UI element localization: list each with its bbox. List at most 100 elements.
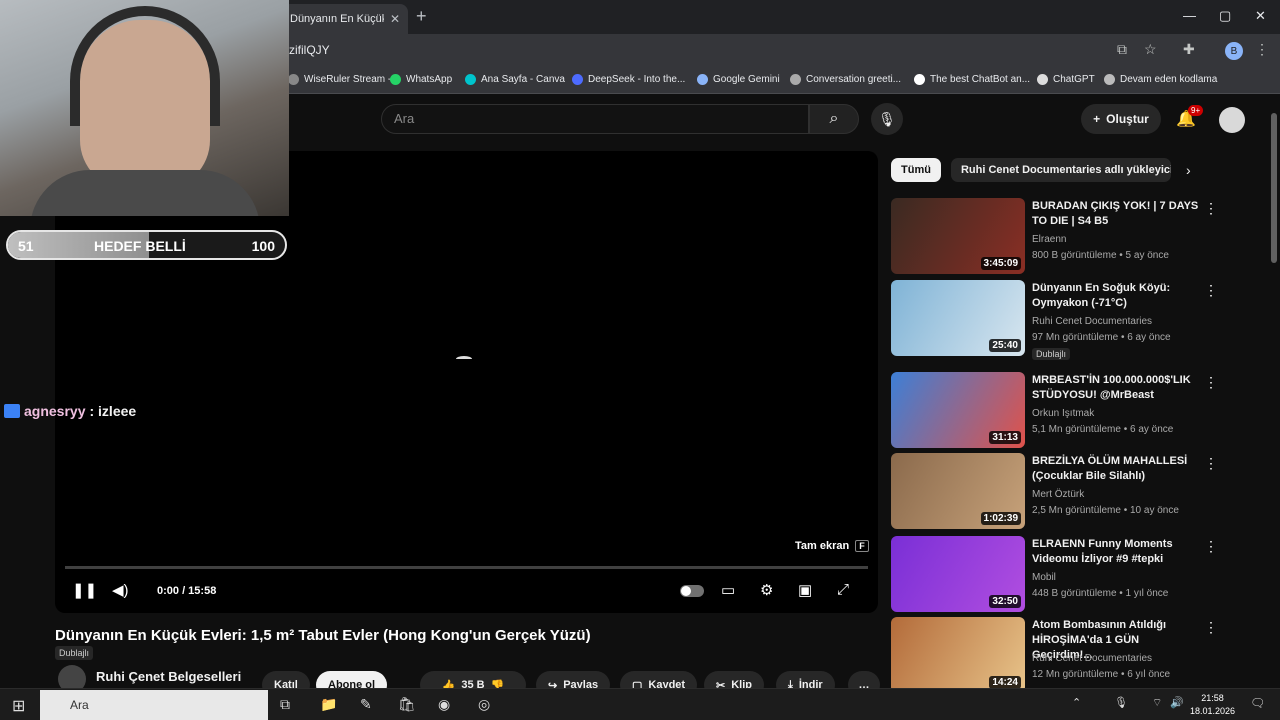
bookmark-item[interactable]: Devam eden kodlama — [1104, 74, 1217, 85]
chat-message: agnesryy : izleee — [4, 403, 136, 419]
settings-gear-icon[interactable]: ⚙ — [760, 581, 773, 599]
recommended-video[interactable]: 25:40 Dünyanın En Soğuk Köyü: Oymyakon (-… — [891, 280, 1221, 360]
recommended-channel[interactable]: Elraenn — [1032, 234, 1066, 245]
create-button[interactable]: + Oluştur — [1081, 104, 1161, 134]
video-player[interactable]: Tam ekran F ❚❚ ◀) 0:00 / 15:58 ▭ ⚙ ▣ ⤢ — [55, 151, 878, 613]
voice-search-button[interactable]: 🎙 — [871, 103, 903, 135]
autoplay-toggle[interactable] — [680, 585, 704, 597]
recommended-video[interactable]: 31:13 MRBEAST'İN 100.000.000$'LIK STÜDYOS… — [891, 372, 1221, 448]
windows-start-icon[interactable]: ⊞ — [12, 696, 25, 716]
store-icon[interactable]: 🛍 — [398, 696, 416, 713]
channel-name[interactable]: Ruhi Çenet Belgeselleri — [96, 669, 241, 684]
bookmark-favicon-icon — [572, 74, 583, 85]
bookmark-item[interactable]: DeepSeek - Into the... — [572, 74, 685, 85]
recommended-channel[interactable]: Mobil — [1032, 572, 1056, 583]
url-field[interactable]: zifilQJY — [289, 43, 330, 57]
maximize-button[interactable]: ▢ — [1219, 8, 1231, 24]
wifi-icon[interactable]: ⌔ — [1152, 696, 1162, 710]
recommended-title[interactable]: MRBEAST'İN 100.000.000$'LIK STÜDYOSU! @M… — [1032, 373, 1202, 403]
bookmark-item[interactable]: The best ChatBot an... — [914, 74, 1030, 85]
app-icon[interactable]: ✎ — [360, 696, 372, 713]
video-thumbnail[interactable]: 25:40 — [891, 280, 1025, 356]
bookmark-item[interactable]: WiseRuler Stream -... — [288, 74, 400, 85]
more-options-icon[interactable]: ⋮ — [1204, 200, 1218, 217]
browser-tab-active[interactable]: Dünyanın En Küçük Evleri ✕ — [282, 4, 408, 34]
tray-expand-icon[interactable]: ⌃ — [1072, 696, 1081, 709]
taskbar-clock[interactable]: 21:58 18.01.2026 — [1190, 692, 1235, 718]
bookmark-favicon-icon — [914, 74, 925, 85]
bookmark-label: ChatGPT — [1053, 74, 1095, 85]
more-options-icon[interactable]: ⋮ — [1204, 282, 1218, 299]
recommended-channel[interactable]: Mert Öztürk — [1032, 489, 1084, 500]
bookmark-item[interactable]: Conversation greeti... — [790, 74, 901, 85]
bookmark-item[interactable]: Ana Sayfa - Canva — [465, 74, 565, 85]
video-thumbnail[interactable]: 32:50 — [891, 536, 1025, 612]
obs-icon[interactable]: ◎ — [478, 696, 490, 713]
page-scrollbar[interactable] — [1268, 95, 1280, 688]
extensions-icon[interactable]: ✚ — [1183, 41, 1195, 58]
recommended-channel[interactable]: Ruhi Cenet Documentaries — [1032, 316, 1152, 327]
scrollbar-thumb[interactable] — [1271, 113, 1277, 263]
recommended-channel[interactable]: Ruhi Cenet Documentaries — [1032, 653, 1152, 664]
close-window-button[interactable]: ✕ — [1255, 8, 1266, 24]
taskbar-search[interactable]: Ara — [40, 690, 268, 720]
streamer-shirt — [30, 170, 260, 216]
more-options-icon[interactable]: ⋮ — [1204, 619, 1218, 636]
file-explorer-icon[interactable]: 📁 — [320, 696, 337, 713]
more-options-icon[interactable]: ⋮ — [1204, 455, 1218, 472]
volume-icon[interactable]: ◀) — [112, 581, 129, 599]
progress-bar[interactable] — [65, 566, 868, 569]
recommended-title[interactable]: BURADAN ÇIKIŞ YOK! | 7 DAYS TO DIE | S4 … — [1032, 199, 1202, 229]
search-button[interactable]: ⌕ — [809, 104, 859, 134]
video-thumbnail[interactable]: 14:24 — [891, 617, 1025, 693]
bookmark-item[interactable]: Google Gemini — [697, 74, 780, 85]
video-thumbnail[interactable]: 3:45:09 — [891, 198, 1025, 274]
new-tab-button[interactable]: + — [416, 6, 427, 27]
microphone-icon: 🎙 — [878, 110, 896, 127]
bookmark-item[interactable]: WhatsApp — [390, 74, 452, 85]
recommended-channel[interactable]: Orkun Işıtmak — [1032, 408, 1094, 419]
more-options-icon[interactable]: ⋮ — [1204, 374, 1218, 391]
recommended-title[interactable]: Dünyanın En Soğuk Köyü: Oymyakon (-71°C) — [1032, 281, 1202, 311]
recommended-meta: 800 B görüntüleme • 5 ay önce — [1032, 250, 1169, 261]
browser-menu-icon[interactable]: ⋮ — [1255, 41, 1269, 58]
chevron-right-icon[interactable]: › — [1186, 162, 1191, 178]
recommended-video[interactable]: 1:02:39 BREZİLYA ÖLÜM MAHALLESİ (Çocuklar… — [891, 453, 1221, 529]
notification-center-icon[interactable]: 🗨 — [1250, 696, 1265, 710]
recommended-meta: 12 Mn görüntüleme • 6 yıl önce — [1032, 669, 1171, 680]
subtitles-icon[interactable]: ▭ — [721, 581, 735, 599]
profile-avatar[interactable]: B — [1225, 42, 1243, 60]
bookmark-favicon-icon — [288, 74, 299, 85]
recommended-video[interactable]: 3:45:09 BURADAN ÇIKIŞ YOK! | 7 DAYS TO DI… — [891, 198, 1221, 274]
bookmark-item[interactable]: ChatGPT — [1037, 74, 1095, 85]
video-thumbnail[interactable]: 1:02:39 — [891, 453, 1025, 529]
bookmark-star-icon[interactable]: ☆ — [1144, 41, 1157, 58]
chrome-icon[interactable]: ◉ — [438, 696, 450, 713]
account-avatar[interactable] — [1219, 107, 1245, 133]
speaker-icon[interactable]: 🔊 — [1170, 696, 1184, 709]
chip-all[interactable]: Tümü — [891, 158, 941, 182]
task-view-icon[interactable]: ⧉ — [280, 696, 290, 713]
video-duration: 3:45:09 — [980, 257, 1021, 270]
recommended-video[interactable]: 32:50 ELRAENN Funny Moments Videomu İzliy… — [891, 536, 1221, 612]
bookmark-label: Google Gemini — [713, 74, 780, 85]
more-options-icon[interactable]: ⋮ — [1204, 538, 1218, 555]
minimize-button[interactable]: — — [1183, 8, 1196, 23]
recommended-meta: 97 Mn görüntüleme • 6 ay önce — [1032, 332, 1171, 343]
recommended-video[interactable]: 14:24 Atom Bombasının Atıldığı HİROŞİMA'd… — [891, 617, 1221, 693]
microphone-tray-icon[interactable]: 🎙 — [1114, 696, 1128, 709]
search-input[interactable]: Ara — [381, 104, 809, 134]
fullscreen-icon[interactable]: ⤢ — [837, 581, 849, 598]
video-thumbnail[interactable]: 31:13 — [891, 372, 1025, 448]
pause-button[interactable]: ❚❚ — [72, 581, 97, 599]
chip-uploader[interactable]: Ruhi Cenet Documentaries adlı yükleyicid… — [950, 158, 1171, 182]
recommended-title[interactable]: ELRAENN Funny Moments Videomu İzliyor #9… — [1032, 537, 1202, 567]
video-duration: 25:40 — [989, 339, 1021, 352]
dubbed-badge: Dublajlı — [55, 646, 94, 660]
video-duration: 1:02:39 — [980, 512, 1021, 525]
goal-bar: 51 HEDEF BELLİ 100 — [6, 230, 287, 260]
close-tab-icon[interactable]: ✕ — [390, 12, 400, 26]
recommended-title[interactable]: BREZİLYA ÖLÜM MAHALLESİ (Çocuklar Bile S… — [1032, 454, 1202, 484]
install-app-icon[interactable]: ⧉ — [1117, 41, 1127, 58]
theater-mode-icon[interactable]: ▣ — [798, 581, 812, 599]
